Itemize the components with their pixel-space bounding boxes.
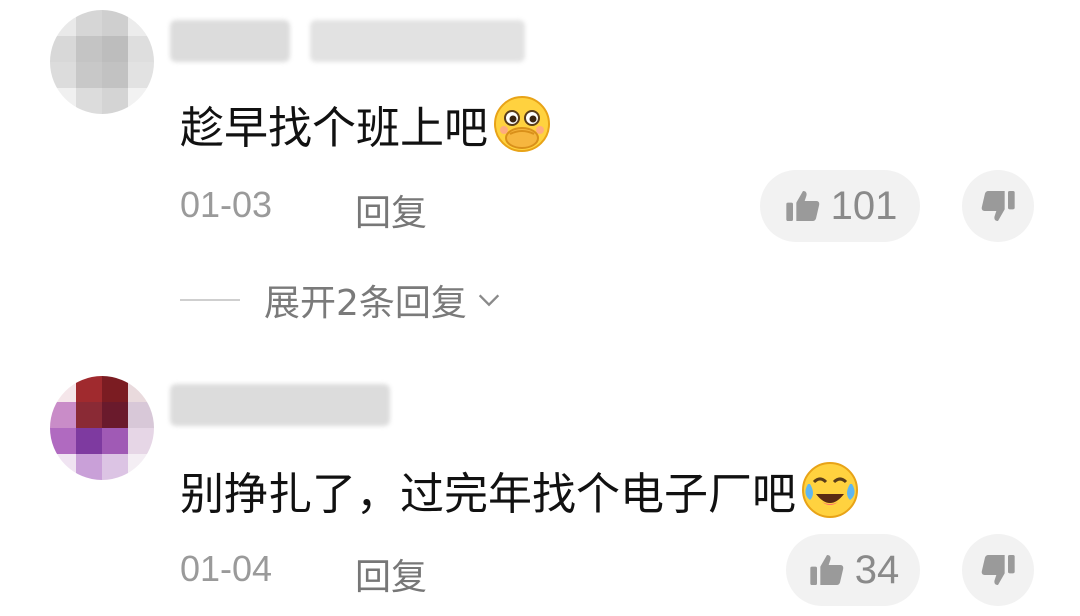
chevron-down-icon xyxy=(478,294,500,307)
comment-date: 01-03 xyxy=(180,184,273,225)
like-count: 34 xyxy=(854,547,900,592)
dislike-button[interactable] xyxy=(962,534,1034,606)
username-redacted[interactable] xyxy=(170,20,290,62)
avatar[interactable] xyxy=(50,376,154,480)
comment-text-content: 别挣扎了，过完年找个电子厂吧 xyxy=(180,469,796,520)
like-count: 101 xyxy=(830,183,898,228)
comment-text: 别挣扎了，过完年找个电子厂吧 xyxy=(180,458,860,522)
thumbs-up-icon xyxy=(810,555,844,585)
like-button[interactable]: 34 xyxy=(786,534,920,606)
laughing-crying-emoji xyxy=(802,462,858,518)
expand-replies-label: 展开2条回复 xyxy=(264,283,467,324)
like-button[interactable]: 101 xyxy=(760,170,920,242)
expand-replies-button[interactable]: 展开2条回复 xyxy=(180,274,503,326)
divider-line xyxy=(180,299,240,301)
reply-button[interactable]: 回复 xyxy=(355,184,427,236)
dislike-button[interactable] xyxy=(962,170,1034,242)
comment-date: 01-04 xyxy=(180,548,273,589)
thumbs-up-icon xyxy=(785,191,819,221)
username-redacted xyxy=(310,20,525,62)
hand-over-mouth-emoji xyxy=(494,96,550,152)
comment-text-content: 趁早找个班上吧 xyxy=(180,103,488,154)
thumbs-down-icon xyxy=(981,555,1015,585)
comment-text: 趁早找个班上吧 xyxy=(180,92,552,156)
thumbs-down-icon xyxy=(981,191,1015,221)
username-redacted[interactable] xyxy=(170,384,390,426)
reply-button[interactable]: 回复 xyxy=(355,548,427,600)
avatar[interactable] xyxy=(50,10,154,114)
